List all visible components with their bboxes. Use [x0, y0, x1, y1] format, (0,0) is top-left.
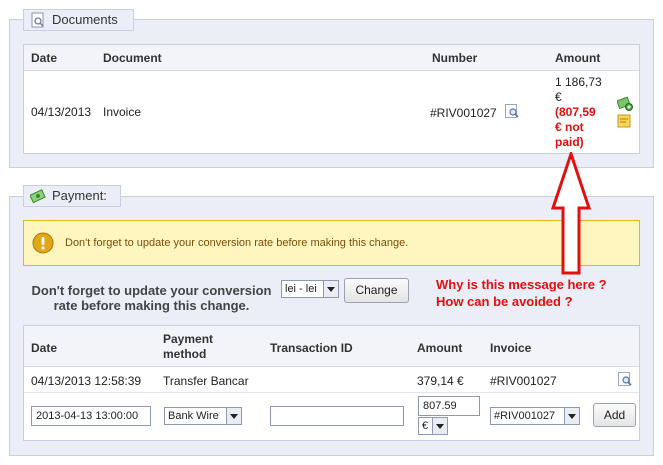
payment-currency-value: € [422, 420, 429, 432]
warning-icon [32, 232, 54, 254]
chevron-down-icon [323, 281, 338, 297]
col-header-number: Number [432, 51, 478, 65]
note-icon[interactable] [617, 114, 631, 128]
col-header-payment-method: Payment method [163, 332, 213, 362]
annotation-arrow [550, 152, 592, 275]
payment-amount: 379,14 € [417, 374, 464, 388]
warning-text: Don't forget to update your conversion r… [65, 237, 409, 249]
conversion-text: Don't forget to update your conversion r… [27, 283, 276, 313]
change-button[interactable]: Change [344, 278, 409, 303]
payment-invoice: #RIV001027 [490, 374, 557, 388]
add-button[interactable]: Add [593, 403, 636, 427]
money-icon [29, 188, 46, 204]
payment-date-input[interactable]: 2013-04-13 13:00:00 [31, 406, 151, 426]
col-header-invoice: Invoice [490, 341, 532, 355]
payment-currency-select[interactable]: € [418, 417, 448, 435]
payment-amount-input[interactable]: 807.59 [418, 396, 480, 416]
payment-method-header-line-2: method [163, 347, 207, 361]
documents-icon [30, 12, 46, 28]
payment-method: Transfer Bancar [163, 374, 249, 388]
document-number: #RIV001027 [430, 106, 497, 120]
invoice-select[interactable]: #RIV001027 [490, 407, 580, 425]
col-header-amount: Amount [555, 51, 601, 65]
chevron-down-icon [564, 408, 579, 424]
invoice-select-value: #RIV001027 [494, 410, 556, 422]
amount-line-1: 1 186,73 [555, 75, 602, 89]
col-header-transaction: Transaction ID [270, 341, 353, 355]
col-header-date: Date [31, 51, 58, 65]
col-header-document: Document [103, 51, 162, 65]
documents-table: Date Document Number Amount 04/13/2013 I… [23, 44, 640, 154]
unpaid-line-2: € not [555, 120, 584, 134]
chevron-down-icon [226, 408, 241, 424]
payments-table: Date Payment method Transaction ID Amoun… [23, 325, 640, 441]
documents-legend-label: Documents [52, 12, 118, 27]
unpaid-line-3: paid) [555, 135, 584, 149]
annotation-text: Why is this message here ? How can be av… [436, 276, 607, 310]
payment-method-header-line-1: Payment [163, 332, 214, 346]
amount-line-2: € [555, 90, 562, 104]
conversion-text-line-2: rate before making this change. [53, 298, 250, 313]
conversion-warning: Don't forget to update your conversion r… [23, 220, 640, 266]
col-header-payment-date: Date [31, 341, 58, 355]
view-document-icon[interactable] [504, 103, 520, 119]
payment-method-select-value: Bank Wire [168, 410, 219, 422]
document-type: Invoice [103, 105, 142, 119]
currency-select[interactable]: lei - lei [281, 280, 339, 298]
add-payment-icon[interactable] [616, 96, 633, 112]
document-amount: 1 186,73 € (807,59 € not paid) [555, 75, 602, 150]
payment-legend: Payment: [23, 185, 121, 207]
view-invoice-icon[interactable] [617, 371, 633, 387]
conversion-text-line-1: Don't forget to update your conversion [31, 283, 272, 298]
row-divider [24, 392, 639, 393]
unpaid-line-1: (807,59 [555, 105, 596, 119]
document-date: 04/13/2013 [31, 105, 92, 119]
col-header-payment-amount: Amount [417, 341, 463, 355]
annotation-line-1: Why is this message here ? [436, 277, 607, 292]
documents-legend: Documents [23, 9, 134, 31]
chevron-down-icon [432, 418, 447, 434]
payment-date: 04/13/2013 12:58:39 [31, 374, 142, 388]
annotation-line-2: How can be avoided ? [436, 294, 573, 309]
transaction-id-input[interactable] [270, 406, 404, 426]
currency-select-value: lei - lei [285, 283, 317, 295]
payment-method-select[interactable]: Bank Wire [164, 407, 242, 425]
payment-legend-label: Payment: [52, 188, 107, 203]
